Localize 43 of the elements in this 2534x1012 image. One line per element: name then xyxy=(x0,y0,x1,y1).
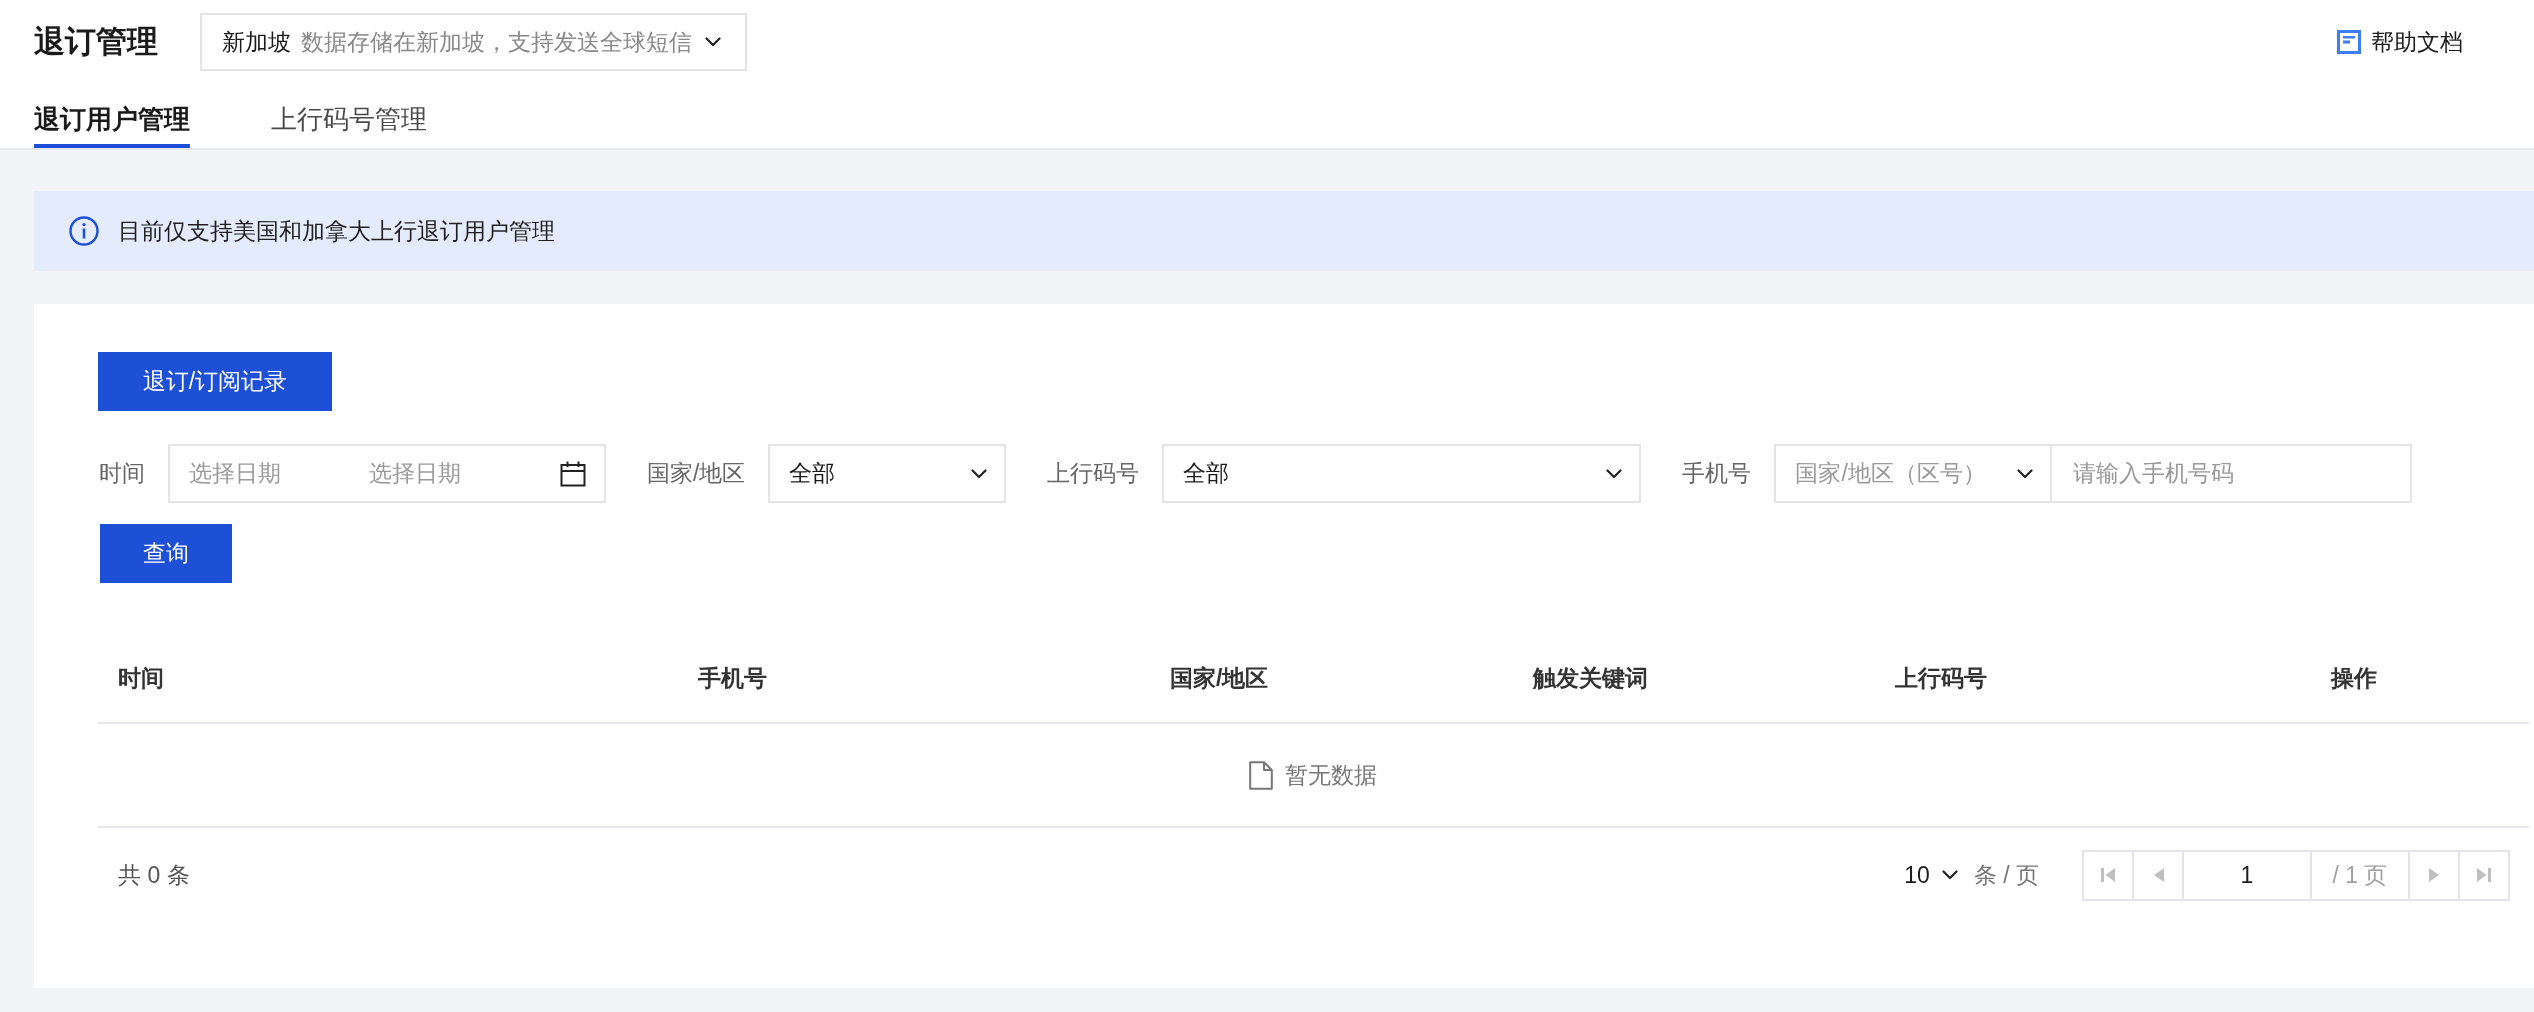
document-icon xyxy=(2337,30,2361,54)
notice-text: 目前仅支持美国和加拿大上行退订用户管理 xyxy=(118,216,555,246)
tab[interactable]: 上行码号管理 xyxy=(271,84,427,148)
chevron-icon xyxy=(971,468,988,479)
column-header: 手机号 xyxy=(698,664,767,691)
info-icon xyxy=(69,216,99,246)
chevron-icon xyxy=(2017,468,2034,479)
column-header: 国家/地区 xyxy=(1170,664,1269,691)
page-title: 退订管理 xyxy=(34,22,158,61)
page-count: / 1 页 xyxy=(2310,849,2410,901)
calendar-icon xyxy=(560,460,586,487)
phone-number-input[interactable]: 请输入手机号码 xyxy=(2052,444,2413,503)
select-dropdown[interactable]: 全部 xyxy=(768,444,1007,503)
help-docs-link[interactable]: 帮助文档 xyxy=(2337,24,2463,60)
filter-label: 上行码号 xyxy=(1047,459,1140,489)
chevron-icon xyxy=(705,37,721,47)
skip-forward-icon xyxy=(2477,867,2491,883)
tab[interactable]: 退订用户管理 xyxy=(34,84,190,148)
start-date-input[interactable]: 选择日期 xyxy=(189,456,369,491)
empty-state-text: 暂无数据 xyxy=(1285,760,1377,790)
records-button[interactable]: 退订/订阅记录 xyxy=(98,352,332,411)
file-icon xyxy=(1249,760,1273,790)
column-header: 操作 xyxy=(2331,664,2377,691)
select-dropdown[interactable]: 全部 xyxy=(1162,444,1642,503)
page-size-unit: 条 / 页 xyxy=(1973,860,2039,890)
caret-left-icon xyxy=(2152,867,2164,883)
filter-label: 手机号 xyxy=(1682,459,1752,489)
caret-right-icon xyxy=(2428,867,2440,883)
query-button[interactable]: 查询 xyxy=(100,524,232,583)
skip-back-icon xyxy=(2101,867,2115,883)
total-count: 共 0 条 xyxy=(118,860,190,890)
region-select[interactable]: 新加坡 数据存储在新加坡，支持发送全球短信 xyxy=(200,13,747,71)
column-header: 时间 xyxy=(118,664,164,691)
column-header: 触发关键词 xyxy=(1533,664,1648,691)
page-size-select[interactable]: 10 xyxy=(1904,857,1958,893)
end-date-input[interactable]: 选择日期 xyxy=(369,456,519,491)
filter-label: 国家/地区 xyxy=(647,459,746,489)
chevron-icon xyxy=(1606,468,1623,479)
column-header: 上行码号 xyxy=(1895,664,1987,691)
filter-label: 时间 xyxy=(99,459,145,489)
date-range-picker[interactable]: 选择日期 选择日期 xyxy=(168,444,606,503)
chevron-icon xyxy=(1941,870,1958,880)
page-number-input[interactable]: 1 xyxy=(2182,849,2312,901)
